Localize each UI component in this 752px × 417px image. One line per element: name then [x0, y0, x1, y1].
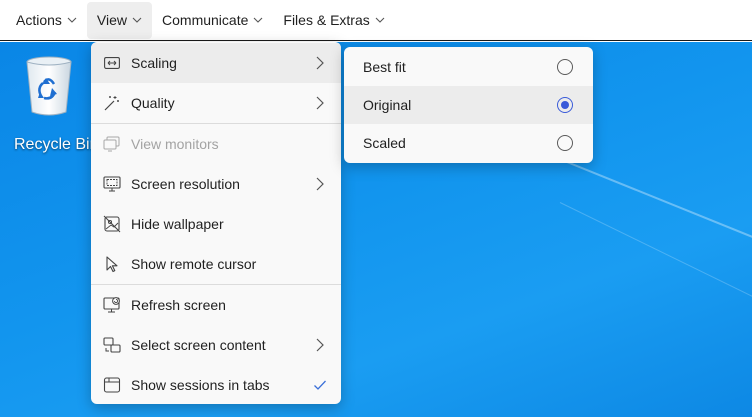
recycle-bin-icon — [26, 56, 72, 116]
submenu-item-original[interactable]: Original — [344, 86, 593, 124]
menu-item-label: Scaling — [131, 55, 177, 71]
hide-wallpaper-icon — [103, 215, 121, 233]
radio-button[interactable] — [557, 59, 573, 75]
menu-item-label: Quality — [131, 95, 175, 111]
menu-item-hide-wallpaper[interactable]: Hide wallpaper — [91, 204, 341, 244]
submenu-item-label: Best fit — [363, 59, 406, 75]
menu-item-scaling[interactable]: Scaling — [91, 43, 341, 83]
chevron-down-icon — [254, 17, 263, 23]
menu-item-label: View monitors — [131, 136, 219, 152]
menu-communicate-label: Communicate — [162, 12, 249, 28]
scaling-icon — [103, 54, 121, 72]
menu-files-extras-label: Files & Extras — [283, 12, 370, 28]
submenu-item-best-fit[interactable]: Best fit — [344, 48, 593, 86]
menu-bar: Actions View Communicate Files & Extras — [0, 0, 752, 41]
chevron-right-icon — [316, 177, 324, 191]
scaling-submenu: Best fit Original Scaled — [344, 47, 593, 163]
refresh-screen-icon — [103, 296, 121, 314]
menu-communicate[interactable]: Communicate — [152, 2, 273, 39]
menu-item-label: Hide wallpaper — [131, 216, 224, 232]
menu-actions-label: Actions — [16, 12, 62, 28]
menu-view[interactable]: View — [86, 1, 153, 39]
desktop-icon-label: Recycle Bin — [14, 136, 99, 153]
menu-item-screen-resolution[interactable]: Screen resolution — [91, 164, 341, 204]
screen-resolution-icon — [103, 175, 121, 193]
menu-item-label: Refresh screen — [131, 297, 226, 313]
chevron-down-icon — [375, 17, 385, 23]
cursor-icon — [103, 255, 121, 273]
menu-view-label: View — [96, 12, 128, 28]
menu-item-label: Select screen content — [131, 337, 266, 353]
view-menu-dropdown: Scaling Quality View monitors Screen res… — [91, 42, 341, 404]
radio-button[interactable] — [557, 135, 573, 151]
tabs-icon — [103, 376, 121, 394]
menu-actions[interactable]: Actions — [6, 2, 87, 39]
menu-files-extras[interactable]: Files & Extras — [273, 2, 394, 39]
submenu-item-label: Scaled — [363, 135, 406, 151]
wallpaper-ray — [559, 202, 752, 379]
chevron-right-icon — [316, 96, 324, 110]
menu-item-label: Show remote cursor — [131, 256, 257, 272]
menu-item-label: Show sessions in tabs — [131, 377, 270, 393]
quality-wand-icon — [103, 94, 121, 112]
checkmark-icon — [314, 380, 326, 390]
chevron-right-icon — [316, 338, 324, 352]
menu-item-show-sessions-in-tabs[interactable]: Show sessions in tabs — [91, 365, 341, 404]
menu-item-refresh-screen[interactable]: Refresh screen — [91, 285, 341, 325]
monitors-icon — [103, 135, 121, 153]
chevron-down-icon — [67, 17, 77, 23]
menu-item-view-monitors: View monitors — [91, 124, 341, 164]
menu-item-show-remote-cursor[interactable]: Show remote cursor — [91, 244, 341, 284]
select-screen-icon — [103, 336, 121, 354]
submenu-item-scaled[interactable]: Scaled — [344, 124, 593, 162]
radio-button-selected[interactable] — [557, 97, 573, 113]
chevron-down-icon — [132, 17, 142, 23]
chevron-right-icon — [316, 56, 324, 70]
menu-item-quality[interactable]: Quality — [91, 83, 341, 123]
menu-item-select-screen-content[interactable]: Select screen content — [91, 325, 341, 365]
submenu-item-label: Original — [363, 97, 412, 113]
wallpaper-ray — [519, 142, 752, 302]
menu-item-label: Screen resolution — [131, 176, 240, 192]
